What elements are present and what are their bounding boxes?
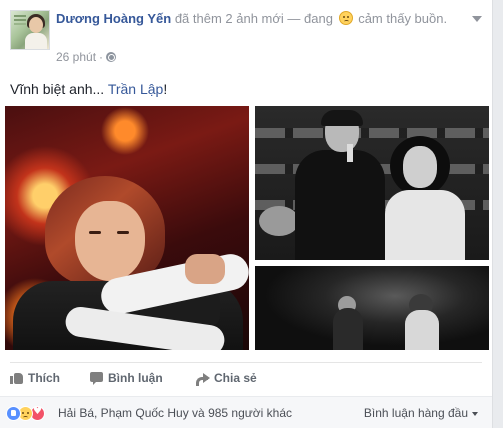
reaction-names[interactable]: Hải Bá, Phạm Quốc Huy và 985 người khác <box>58 406 292 421</box>
photo-grid <box>5 106 489 350</box>
post-header: Dương Hoàng Yến đã thêm 2 ảnh mới — đang… <box>10 10 482 68</box>
reactions-bar: Hải Bá, Phạm Quốc Huy và 985 người khác … <box>0 396 492 428</box>
post-status: Vĩnh biệt anh... Trần Lập! <box>10 80 167 98</box>
meta-separator: · <box>99 50 104 64</box>
like-button[interactable]: Thích <box>10 370 60 388</box>
status-text: Vĩnh biệt anh... <box>10 81 105 97</box>
share-arrow-icon <box>196 371 210 386</box>
post-meta: 26 phút · <box>56 50 117 64</box>
reaction-icons[interactable] <box>6 406 56 422</box>
comment-icon <box>90 371 104 385</box>
action-text: đã thêm 2 ảnh mới — đang <box>174 11 333 26</box>
photo-duet-stage[interactable] <box>255 106 489 260</box>
caret-down-icon <box>472 412 478 416</box>
options-chevron-down-icon[interactable] <box>470 12 482 24</box>
like-reaction-icon <box>6 406 21 421</box>
post-actions: Thích Bình luận Chia sẻ <box>10 362 482 392</box>
globe-icon[interactable] <box>106 52 117 62</box>
photo-concert[interactable] <box>255 266 489 350</box>
tagged-person-link[interactable]: Trần Lập <box>108 81 164 97</box>
photo-embrace[interactable] <box>5 106 249 350</box>
share-button[interactable]: Chia sẻ <box>196 370 257 388</box>
sort-label: Bình luận hàng đầu <box>363 406 468 420</box>
comment-sort-dropdown[interactable]: Bình luận hàng đầu <box>364 406 478 421</box>
thumbs-up-icon <box>10 371 24 385</box>
post-headline: Dương Hoàng Yến đã thêm 2 ảnh mới — đang… <box>56 10 476 28</box>
like-label: Thích <box>28 371 60 385</box>
author-avatar[interactable] <box>10 10 50 50</box>
post-time[interactable]: 26 phút <box>56 50 96 64</box>
author-name[interactable]: Dương Hoàng Yến <box>56 11 171 26</box>
comment-label: Bình luận <box>108 371 163 385</box>
feeling-text: cảm thấy buồn. <box>358 11 448 26</box>
sad-feeling-icon <box>338 11 353 25</box>
post-card: Dương Hoàng Yến đã thêm 2 ảnh mới — đang… <box>0 0 493 428</box>
share-label: Chia sẻ <box>214 371 257 385</box>
status-suffix: ! <box>163 81 168 97</box>
comment-button[interactable]: Bình luận <box>90 370 163 388</box>
